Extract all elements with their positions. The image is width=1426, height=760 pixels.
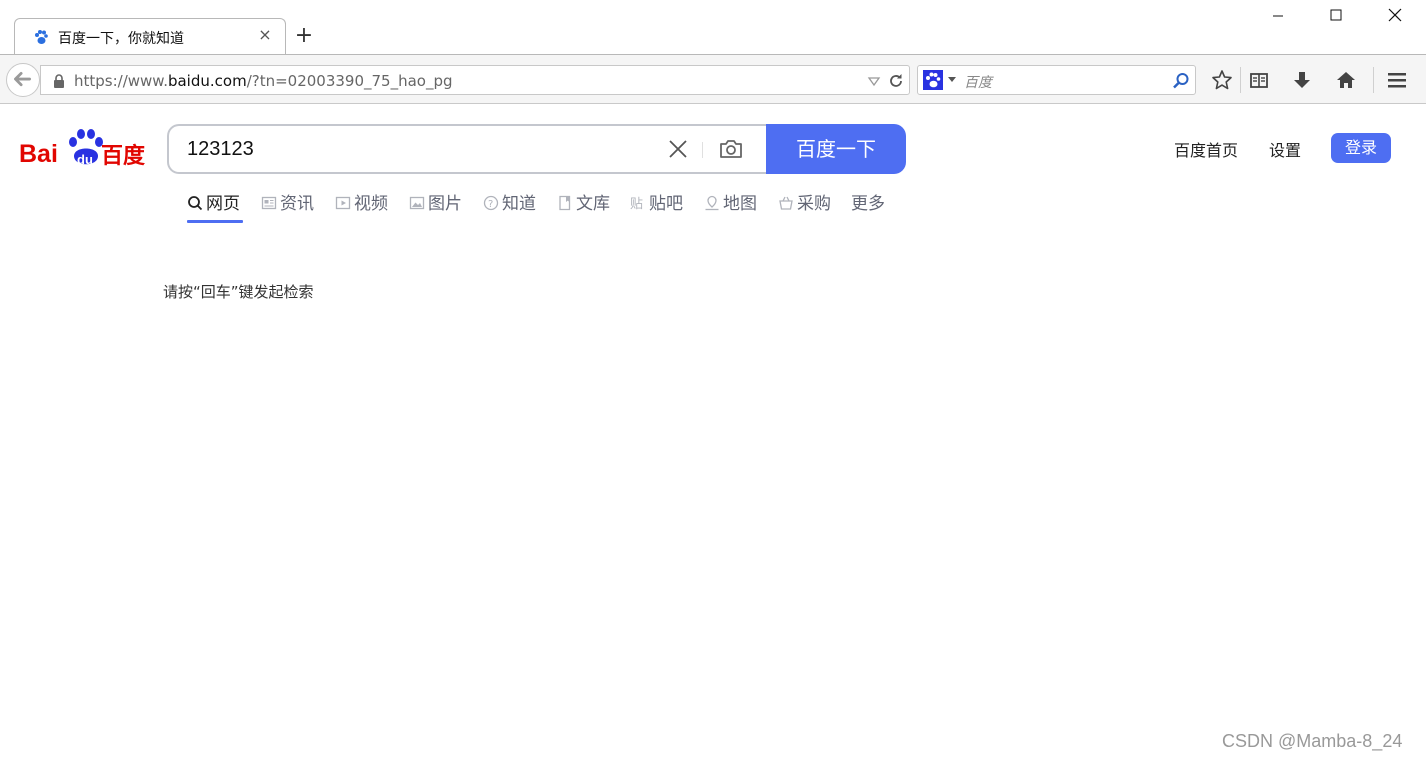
watermark: CSDN @Mamba-8_24 (1222, 731, 1403, 751)
toolbar-separator (1373, 67, 1374, 93)
close-window-icon[interactable] (1380, 4, 1410, 28)
camera-icon[interactable] (718, 137, 744, 161)
svg-text:贴: 贴 (630, 197, 643, 211)
search-engine-caret-icon[interactable] (948, 77, 956, 82)
svg-text:Bai: Bai (19, 140, 58, 168)
browser-tab[interactable]: 百度一下，你就知道 × (14, 18, 286, 55)
tab-purchase[interactable]: 采购 (778, 189, 831, 214)
login-button[interactable]: 登录 (1331, 133, 1391, 163)
new-tab-button[interactable]: + (293, 25, 315, 47)
hamburger-menu-icon[interactable] (1386, 69, 1408, 91)
active-tab-underline (187, 220, 243, 223)
image-icon (409, 196, 425, 210)
tieba-icon: 贴 (630, 197, 643, 211)
tab-more[interactable]: 更多 (851, 189, 885, 214)
baidu-paw-icon (35, 30, 48, 44)
tab-video[interactable]: 视频 (335, 189, 388, 214)
lock-icon (54, 74, 64, 88)
news-icon (261, 196, 277, 210)
tab-news[interactable]: 资讯 (261, 189, 314, 214)
clear-icon[interactable] (667, 138, 689, 160)
tab-images[interactable]: 图片 (409, 189, 462, 214)
search-hint: 请按“回车”键发起检索 (163, 283, 314, 301)
url-dropdown-icon[interactable] (867, 74, 881, 88)
search-button[interactable]: 百度一下 (766, 124, 906, 174)
home-icon[interactable] (1335, 69, 1357, 91)
tab-close-icon[interactable]: × (256, 26, 274, 44)
navigation-toolbar: https://www.baidu.com/?tn=02003390_75_ha… (0, 54, 1426, 104)
star-icon[interactable] (1211, 69, 1233, 91)
tab-zhidao[interactable]: ? 知道 (483, 189, 536, 214)
search-box-divider (702, 142, 703, 158)
tab-map[interactable]: 地图 (704, 189, 757, 214)
magnifier-icon[interactable] (1172, 72, 1190, 90)
settings-link[interactable]: 设置 (1269, 137, 1301, 161)
download-icon[interactable] (1291, 69, 1313, 91)
video-icon (335, 196, 351, 210)
minimize-window-icon[interactable] (1263, 4, 1293, 28)
baidu-home-link[interactable]: 百度首页 (1174, 137, 1238, 161)
tab-title: 百度一下，你就知道 (58, 31, 184, 47)
baidu-logo[interactable]: Bai du 百度 (19, 126, 149, 170)
search-icon (188, 196, 203, 211)
basket-icon (779, 196, 793, 210)
svg-text:du: du (77, 152, 93, 167)
url-text[interactable]: https://www.baidu.com/?tn=02003390_75_ha… (74, 72, 453, 90)
maximize-window-icon[interactable] (1321, 4, 1351, 28)
browser-search-placeholder[interactable]: 百度 (964, 72, 992, 92)
back-button[interactable] (6, 63, 40, 97)
tab-web[interactable]: 网页 (187, 189, 240, 214)
reload-icon[interactable] (887, 72, 905, 90)
reading-list-icon[interactable] (1248, 69, 1270, 91)
question-icon: ? (483, 195, 499, 211)
search-box[interactable]: 123123 (167, 124, 769, 174)
browser-titlebar: 百度一下，你就知道 × + (0, 0, 1426, 55)
svg-text:?: ? (488, 199, 493, 210)
search-input[interactable]: 123123 (187, 138, 254, 161)
tab-tieba[interactable]: 贴 贴吧 (630, 189, 683, 214)
browser-search-bar[interactable]: 百度 (917, 65, 1196, 95)
tab-wenku[interactable]: 文库 (557, 189, 610, 214)
toolbar-separator (1240, 67, 1241, 93)
map-icon (705, 195, 719, 211)
doc-icon (559, 195, 571, 211)
svg-text:百度: 百度 (101, 143, 146, 169)
back-arrow-icon (14, 72, 31, 87)
url-bar[interactable]: https://www.baidu.com/?tn=02003390_75_ha… (40, 65, 910, 95)
search-engine-paw-icon[interactable] (923, 70, 943, 90)
